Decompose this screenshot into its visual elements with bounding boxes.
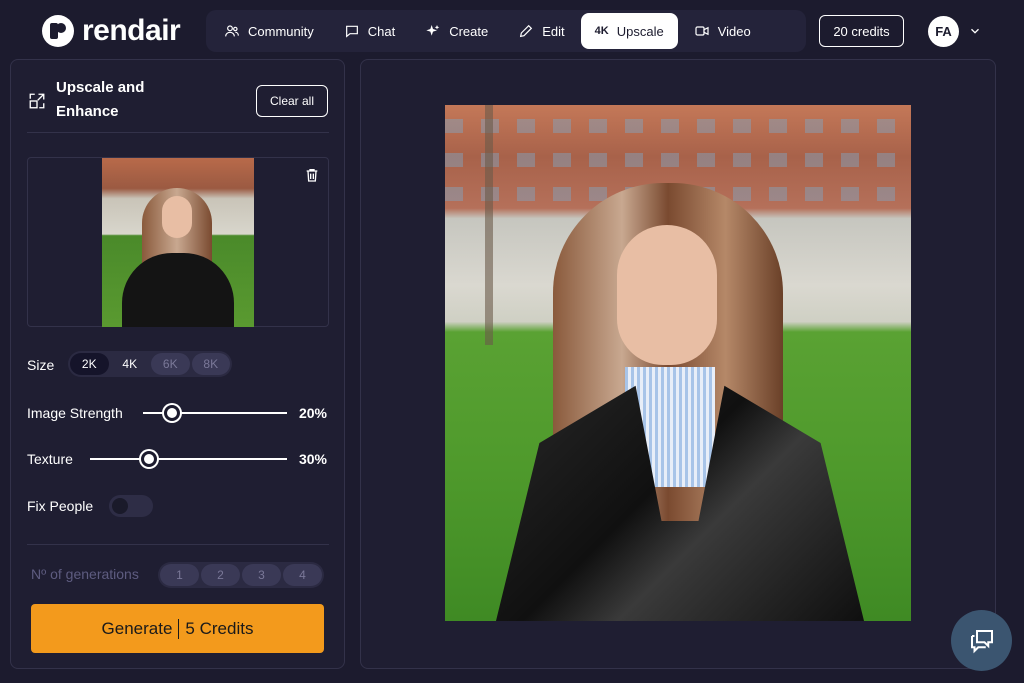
size-option-8k[interactable]: 8K <box>191 353 230 375</box>
texture-slider-track[interactable] <box>90 458 287 460</box>
upscale-icon <box>29 93 45 109</box>
preview-image[interactable] <box>445 105 911 621</box>
user-avatar[interactable]: FA <box>928 16 959 47</box>
4k-badge: 4K <box>594 25 609 37</box>
nav-item-label: Upscale <box>616 23 664 39</box>
texture-label: Texture <box>27 451 73 467</box>
size-option-4k[interactable]: 4K <box>111 353 150 375</box>
generate-label: Generate <box>101 618 173 638</box>
rendair-logo-icon <box>42 15 74 47</box>
divider <box>27 544 329 545</box>
size-label: Size <box>27 357 55 373</box>
generations-option-2[interactable]: 2 <box>201 564 240 586</box>
source-image-thumbnail <box>102 158 254 327</box>
brand-logo[interactable]: rendair <box>42 14 181 48</box>
credits-button[interactable]: 20 credits <box>819 15 904 47</box>
clear-all-button[interactable]: Clear all <box>256 85 328 117</box>
sparkle-icon <box>426 25 440 36</box>
nav-item-label: Chat <box>367 23 396 39</box>
divider <box>178 618 180 639</box>
size-option-6k[interactable]: 6K <box>151 353 190 375</box>
main-nav: Community Chat Create Edit 4K Upscale Vi… <box>206 10 806 52</box>
nav-item-label: Video <box>717 23 751 39</box>
users-icon <box>225 25 239 37</box>
generations-option-3[interactable]: 3 <box>242 564 281 586</box>
generations-label: Nº of generations <box>31 566 139 582</box>
nav-item-upscale[interactable]: 4K Upscale <box>580 13 678 49</box>
nav-item-community[interactable]: Community <box>210 13 328 49</box>
nav-item-label: Create <box>449 23 489 39</box>
chevron-down-icon[interactable] <box>968 24 982 38</box>
nav-item-chat[interactable]: Chat <box>330 13 409 49</box>
divider <box>27 132 329 133</box>
texture-value: 30% <box>298 451 327 467</box>
nav-item-label: Edit <box>542 23 565 39</box>
generate-cost: 5 Credits <box>185 618 254 638</box>
nav-item-label: Community <box>248 23 314 39</box>
generations-option-1[interactable]: 1 <box>160 564 199 586</box>
fix-people-label: Fix People <box>27 498 94 514</box>
nav-item-edit[interactable]: Edit <box>504 13 578 49</box>
chat-bubbles-icon <box>970 629 993 653</box>
panel-title: Upscale and Enhance <box>56 79 145 120</box>
generations-option-4[interactable]: 4 <box>283 564 322 586</box>
nav-item-create[interactable]: Create <box>411 13 502 49</box>
nav-item-video[interactable]: Video <box>680 13 765 49</box>
source-image-box[interactable] <box>27 157 329 327</box>
image-strength-value: 20% <box>298 405 327 421</box>
video-camera-icon <box>695 26 709 36</box>
pencil-icon <box>520 24 533 38</box>
support-chat-button[interactable] <box>951 610 1012 671</box>
image-strength-slider-handle[interactable] <box>163 405 180 421</box>
brand-name: rendair <box>82 14 181 47</box>
preview-area <box>360 59 996 669</box>
generations-selector: 1 2 3 4 <box>158 562 324 588</box>
size-selector: 2K 4K 6K 8K <box>68 351 232 377</box>
image-strength-label: Image Strength <box>27 405 123 421</box>
trash-icon[interactable] <box>304 167 320 183</box>
texture-slider-handle[interactable] <box>141 451 158 467</box>
size-option-2k[interactable]: 2K <box>70 353 109 375</box>
chat-bubble-icon <box>345 25 358 38</box>
upscale-panel: Upscale and Enhance Clear all Size 2K 4K… <box>10 59 345 669</box>
fix-people-toggle[interactable] <box>109 495 153 517</box>
generate-button[interactable]: Generate 5 Credits <box>31 604 324 653</box>
